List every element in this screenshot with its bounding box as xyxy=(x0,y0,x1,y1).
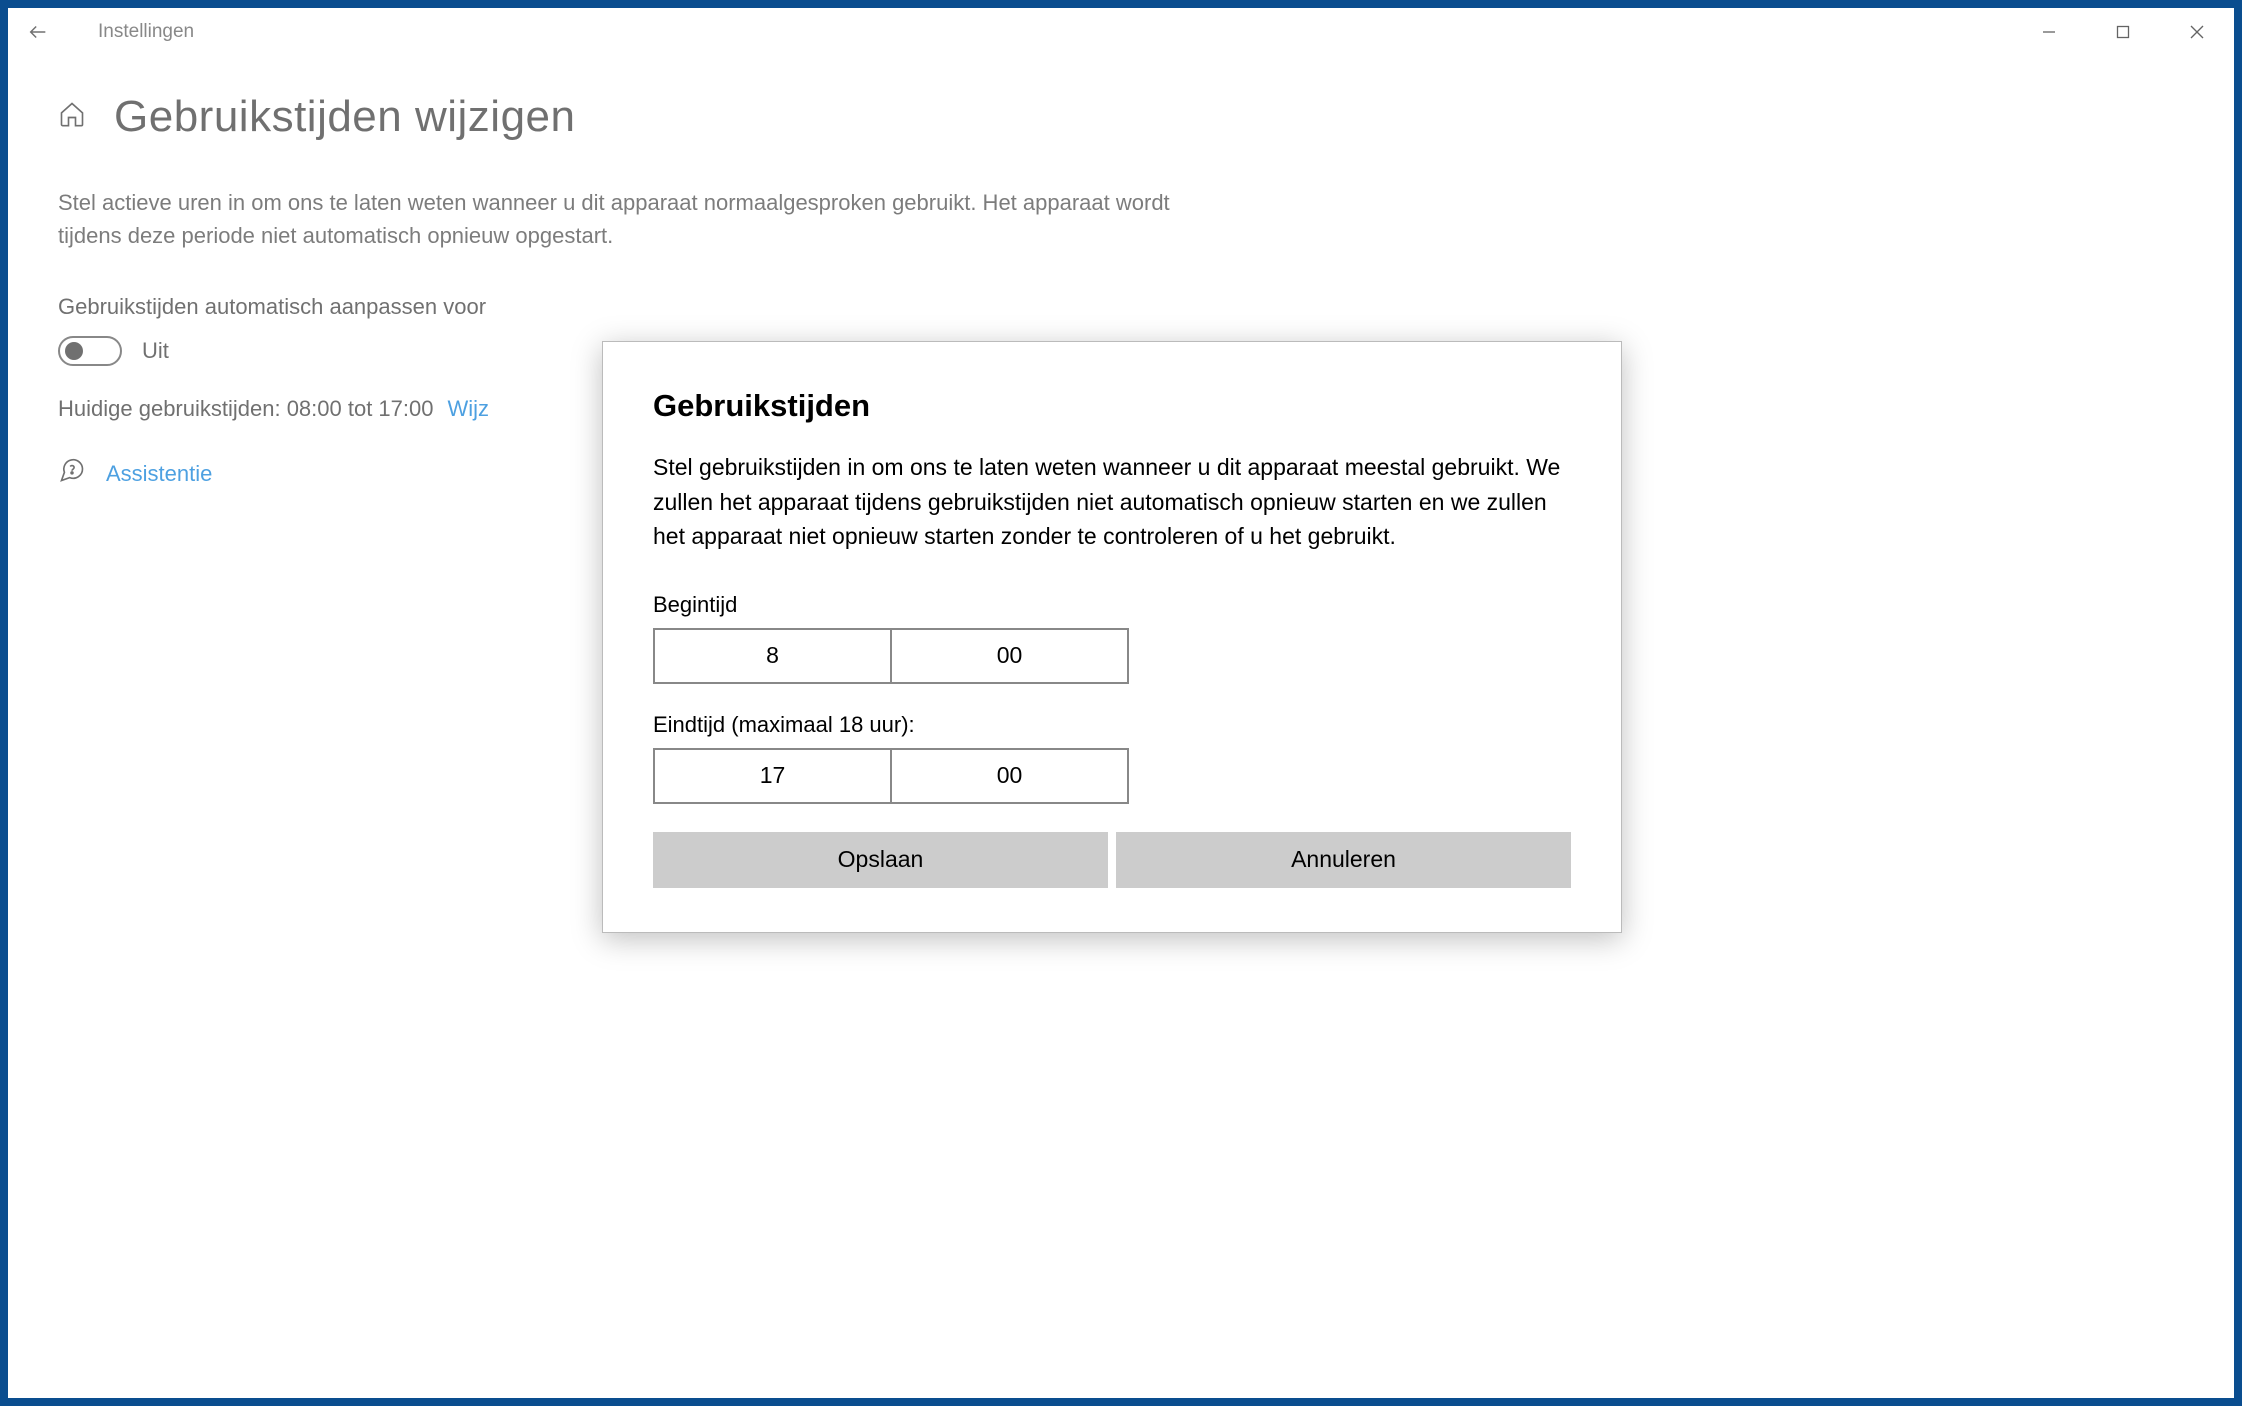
change-hours-link[interactable]: Wijz xyxy=(447,396,489,422)
home-icon[interactable] xyxy=(58,100,86,135)
end-minute-input[interactable]: 00 xyxy=(892,748,1129,804)
end-time-label: Eindtijd (maximaal 18 uur): xyxy=(653,712,1571,738)
page-description: Stel actieve uren in om ons te laten wet… xyxy=(58,186,1178,252)
close-button[interactable] xyxy=(2160,8,2234,56)
start-hour-input[interactable]: 8 xyxy=(653,628,892,684)
current-hours-text: Huidige gebruikstijden: 08:00 tot 17:00 xyxy=(58,396,433,422)
active-hours-dialog: Gebruikstijden Stel gebruikstijden in om… xyxy=(602,341,1622,933)
page-title: Gebruikstijden wijzigen xyxy=(114,92,576,142)
dialog-button-row: Opslaan Annuleren xyxy=(653,832,1571,888)
end-hour-input[interactable]: 17 xyxy=(653,748,892,804)
help-link[interactable]: Assistentie xyxy=(106,461,212,487)
back-button[interactable] xyxy=(8,8,68,56)
start-minute-input[interactable]: 00 xyxy=(892,628,1129,684)
page-header: Gebruikstijden wijzigen xyxy=(58,92,2184,142)
start-time-picker: 8 00 xyxy=(653,628,1129,684)
settings-window: Instellingen Gebruikstijden wijzigen Ste… xyxy=(8,8,2234,1398)
auto-adjust-toggle[interactable] xyxy=(58,336,122,366)
dialog-title: Gebruikstijden xyxy=(653,388,1571,424)
help-icon xyxy=(58,456,86,491)
dialog-description: Stel gebruikstijden in om ons te laten w… xyxy=(653,450,1571,554)
auto-adjust-label: Gebruikstijden automatisch aanpassen voo… xyxy=(58,294,2184,320)
minimize-button[interactable] xyxy=(2012,8,2086,56)
save-button[interactable]: Opslaan xyxy=(653,832,1108,888)
toggle-state-label: Uit xyxy=(142,338,169,364)
window-controls xyxy=(2012,8,2234,56)
cancel-button[interactable]: Annuleren xyxy=(1116,832,1571,888)
titlebar: Instellingen xyxy=(8,8,2234,56)
app-title: Instellingen xyxy=(98,21,194,43)
toggle-knob xyxy=(65,342,83,360)
end-time-picker: 17 00 xyxy=(653,748,1129,804)
maximize-button[interactable] xyxy=(2086,8,2160,56)
start-time-label: Begintijd xyxy=(653,592,1571,618)
